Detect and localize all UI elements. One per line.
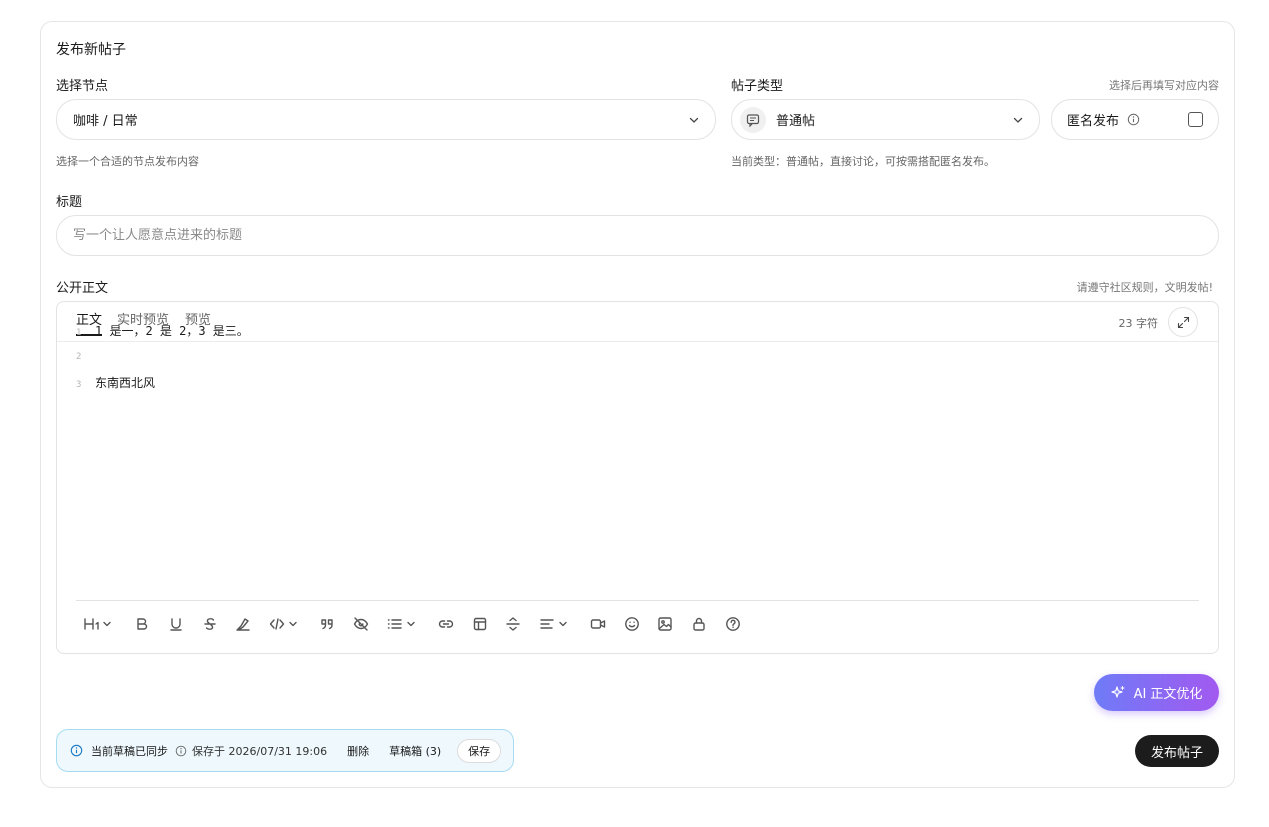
table-icon [473, 617, 487, 631]
draft-delete-button[interactable]: 删除 [347, 743, 369, 759]
chevron-down-icon [1013, 117, 1023, 123]
node-select-value: 咖啡 / 日常 [73, 114, 138, 129]
publish-button[interactable]: 发布帖子 [1135, 735, 1219, 767]
emoji-button[interactable] [624, 615, 640, 633]
eye-off-icon [353, 617, 369, 631]
title-input[interactable] [56, 215, 1219, 256]
code-icon [269, 618, 297, 630]
draft-sync-status: 当前草稿已同步 [91, 744, 168, 758]
ai-optimize-button[interactable]: AI 正文优化 [1094, 674, 1219, 711]
anonymous-label: 匿名发布 [1067, 114, 1120, 129]
code-button[interactable] [269, 615, 301, 633]
info-icon [175, 745, 187, 756]
video-icon [590, 619, 606, 629]
bold-button[interactable] [134, 615, 150, 633]
help-icon [726, 617, 740, 631]
anonymous-toggle[interactable]: 匿名发布 [1051, 99, 1219, 140]
editor-line: 2 [76, 352, 82, 362]
post-composer-card: 发布新帖子 选择节点 咖啡 / 日常 选择一个合适的节点发布内容 帖子类型 选择… [40, 21, 1235, 788]
rules-hint: 请遵守社区规则，文明发帖! [1076, 281, 1213, 294]
ai-optimize-label: AI 正文优化 [1133, 687, 1203, 702]
divider-button[interactable] [505, 615, 521, 633]
info-icon [70, 744, 83, 757]
emoji-icon [625, 617, 639, 631]
node-select[interactable]: 咖啡 / 日常 [56, 99, 716, 140]
editor-line: 3 东南西北风 [76, 376, 156, 390]
quote-button[interactable] [319, 615, 335, 633]
image-button[interactable] [657, 615, 673, 633]
table-button[interactable] [472, 615, 488, 633]
expand-icon [1177, 316, 1189, 328]
message-icon [740, 106, 766, 133]
divider-icon [506, 617, 520, 631]
underline-button[interactable] [168, 615, 184, 633]
node-label: 选择节点 [56, 79, 109, 94]
lock-button[interactable] [691, 615, 707, 633]
highlight-button[interactable] [235, 615, 251, 633]
post-type-value: 普通帖 [776, 114, 816, 129]
help-button[interactable] [725, 615, 741, 633]
drafts-box-button[interactable]: 草稿箱 (3) [389, 743, 441, 759]
post-type-hint: 当前类型：普通帖，直接讨论，可按需搭配匿名发布。 [731, 155, 995, 168]
anonymous-checkbox[interactable] [1188, 112, 1203, 127]
page-title: 发布新帖子 [56, 42, 126, 58]
info-icon [1127, 113, 1140, 126]
underline-icon [170, 618, 182, 631]
align-left-icon [540, 619, 567, 629]
post-type-side-hint: 选择后再填写对应内容 [1109, 79, 1219, 92]
heading-icon [84, 618, 111, 630]
expand-button[interactable] [1168, 307, 1198, 337]
list-icon [387, 619, 415, 629]
editor-line: 11 是一，2 是 2，3 是三。 [76, 324, 249, 338]
highlight-icon [236, 618, 250, 631]
post-type-label: 帖子类型 [731, 79, 784, 94]
body-label: 公开正文 [56, 281, 109, 296]
toolbar-divider [76, 600, 1199, 601]
draft-save-button[interactable]: 保存 [457, 738, 502, 763]
quote-icon [321, 619, 333, 630]
video-button[interactable] [590, 615, 606, 633]
link-button[interactable] [438, 615, 454, 633]
title-label: 标题 [56, 195, 83, 210]
post-type-select[interactable]: 普通帖 [731, 99, 1040, 140]
heading-button[interactable] [83, 615, 113, 633]
strikethrough-icon [204, 618, 216, 630]
lock-icon [693, 617, 705, 631]
chevron-down-icon [689, 117, 699, 123]
sparkles-icon [1110, 685, 1125, 698]
draft-saved-time: 保存于 2026/07/31 19:06 [192, 744, 328, 758]
strikethrough-button[interactable] [202, 615, 218, 633]
image-icon [658, 617, 672, 631]
list-button[interactable] [387, 615, 419, 633]
node-hint: 选择一个合适的节点发布内容 [56, 155, 199, 168]
draft-status-bar: 当前草稿已同步 保存于 2026/07/31 19:06 删除 草稿箱 (3) … [56, 729, 514, 772]
char-count: 23 字符 [1118, 317, 1159, 330]
spoiler-button[interactable] [353, 615, 369, 633]
align-button[interactable] [539, 615, 571, 633]
bold-icon [137, 618, 148, 630]
body-editor: 正文 实时预览 预览 23 字符 11 是一，2 是 2，3 是三。 2 3 东南… [56, 301, 1219, 654]
link-icon [438, 620, 454, 628]
